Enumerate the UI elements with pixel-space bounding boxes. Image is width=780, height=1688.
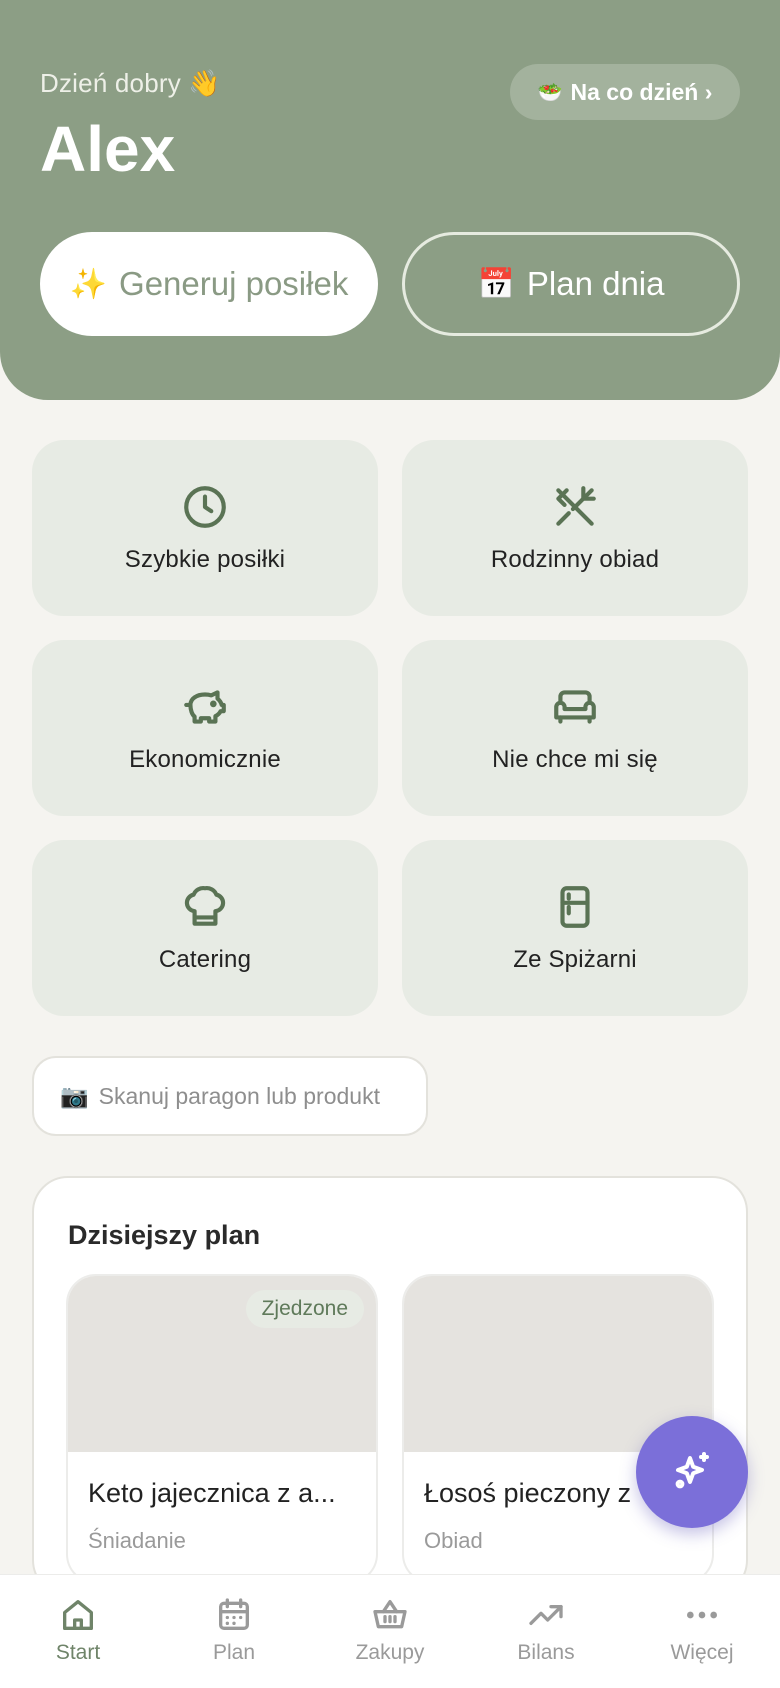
fridge-icon: [560, 886, 590, 928]
greeting: Dzień dobry 👋: [40, 68, 221, 99]
generate-meal-button[interactable]: ✨ Generuj posiłek: [40, 232, 378, 336]
tile-catering[interactable]: Catering: [32, 840, 378, 1016]
scan-label: Skanuj paragon lub produkt: [98, 1082, 380, 1109]
meal-card-breakfast[interactable]: Zjedzone Keto jajecznica z a... Śniadani…: [66, 1274, 378, 1584]
day-plan-button[interactable]: 📅 Plan dnia: [402, 232, 740, 336]
nav-more[interactable]: Więcej: [632, 1595, 772, 1665]
calendar-icon: [219, 1598, 249, 1630]
more-icon: [687, 1611, 717, 1619]
wave-icon: 👋: [188, 68, 221, 98]
diet-mode-label: Na co dzień ›: [570, 78, 713, 105]
tile-label: Ze Spiżarni: [513, 946, 637, 973]
salad-icon: 🥗: [537, 81, 563, 104]
generate-meal-label: Generuj posiłek: [119, 265, 349, 302]
ai-assistant-button[interactable]: [636, 1416, 748, 1528]
chef-hat-icon: [184, 886, 226, 926]
meal-type: Śniadanie: [88, 1528, 186, 1553]
tile-label: Szybkie posiłki: [124, 546, 286, 573]
todays-plan-title: Dzisiejszy plan: [68, 1220, 261, 1250]
tile-economic[interactable]: Ekonomicznie: [32, 640, 378, 816]
tile-family-dinner[interactable]: Rodzinny obiad: [402, 440, 748, 616]
trend-icon: [529, 1605, 563, 1625]
nav-shopping[interactable]: Zakupy: [320, 1595, 460, 1665]
user-name: Alex: [40, 113, 176, 185]
clock-icon: [184, 486, 226, 528]
sparkles-icon: ✨: [69, 267, 108, 301]
nav-label: Więcej: [670, 1641, 734, 1664]
nav-label: Zakupy: [355, 1641, 425, 1664]
bottom-nav: Start Plan Zakupy Bilans Więcej: [0, 1574, 780, 1688]
sofa-icon: [554, 690, 596, 724]
meal-name: Keto jajecznica z a...: [88, 1478, 336, 1508]
calendar-emoji-icon: 📅: [477, 267, 515, 301]
meal-type: Obiad: [424, 1528, 483, 1553]
nav-balance[interactable]: Bilans: [476, 1595, 616, 1665]
tile-quick-meals[interactable]: Szybkie posiłki: [32, 440, 378, 616]
tile-label: Nie chce mi się: [492, 746, 658, 773]
greeting-text: Dzień dobry: [40, 68, 181, 98]
fork-knife-icon: [556, 486, 596, 526]
basket-icon: [373, 1600, 407, 1629]
nav-start[interactable]: Start: [8, 1595, 148, 1665]
todays-plan-card: Dzisiejszy plan Zjedzone Keto jajecznica…: [32, 1176, 748, 1596]
nav-label: Bilans: [517, 1641, 575, 1664]
tile-lazy[interactable]: Nie chce mi się: [402, 640, 748, 816]
sparkles-icon: [675, 1452, 709, 1489]
home-icon: [63, 1600, 94, 1630]
tile-pantry[interactable]: Ze Spiżarni: [402, 840, 748, 1016]
eaten-badge: Zjedzone: [245, 1290, 364, 1328]
tile-label: Rodzinny obiad: [490, 546, 660, 573]
camera-icon: 📷: [60, 1082, 89, 1109]
scan-receipt-button[interactable]: 📷 Skanuj paragon lub produkt: [32, 1056, 428, 1136]
nav-label: Start: [55, 1641, 101, 1664]
piggy-bank-icon: [184, 690, 226, 724]
tile-label: Ekonomicznie: [129, 746, 281, 773]
nav-label: Plan: [212, 1641, 256, 1664]
nav-plan[interactable]: Plan: [164, 1595, 304, 1665]
day-plan-label: Plan dnia: [526, 265, 665, 302]
diet-mode-button[interactable]: 🥗 Na co dzień ›: [510, 64, 740, 120]
header: Dzień dobry 👋 Alex 🥗 Na co dzień › ✨ Gen…: [0, 0, 780, 400]
tile-label: Catering: [158, 946, 252, 973]
